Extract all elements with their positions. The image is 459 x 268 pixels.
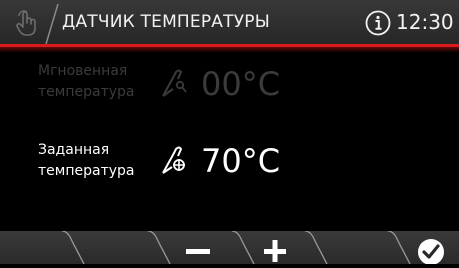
- set-label-line2: температура: [38, 163, 135, 179]
- decrease-button[interactable]: [176, 231, 234, 264]
- clock-time: 12:30: [396, 10, 454, 34]
- info-icon[interactable]: [365, 10, 391, 36]
- header-bar: ДАТЧИК ТЕМПЕРАТУРЫ 12:30: [0, 0, 459, 46]
- probe-thermometer-icon: [162, 69, 187, 97]
- plus-icon: [264, 240, 286, 262]
- set-label-line1: Заданная: [38, 142, 110, 158]
- header-accent-glow: [0, 47, 459, 53]
- bottom-toolbar: [0, 231, 459, 265]
- minus-icon: [186, 249, 210, 254]
- page-title: ДАТЧИК ТЕМПЕРАТУРЫ: [62, 12, 270, 32]
- instant-label-line2: температура: [38, 84, 135, 100]
- probe-target-icon: [162, 146, 185, 174]
- confirm-button[interactable]: [408, 231, 459, 265]
- instant-temperature-label: Мгновенная температура: [38, 61, 134, 103]
- instant-label-line1: Мгновенная: [38, 63, 128, 79]
- checkmark-icon: [418, 239, 444, 265]
- increase-button[interactable]: [256, 231, 306, 264]
- set-temperature-value[interactable]: 70°C: [201, 142, 280, 180]
- instant-temperature-value: 00°C: [201, 65, 281, 103]
- set-temperature-label[interactable]: Заданная температура: [38, 140, 134, 182]
- hand-touch-icon[interactable]: [12, 8, 42, 38]
